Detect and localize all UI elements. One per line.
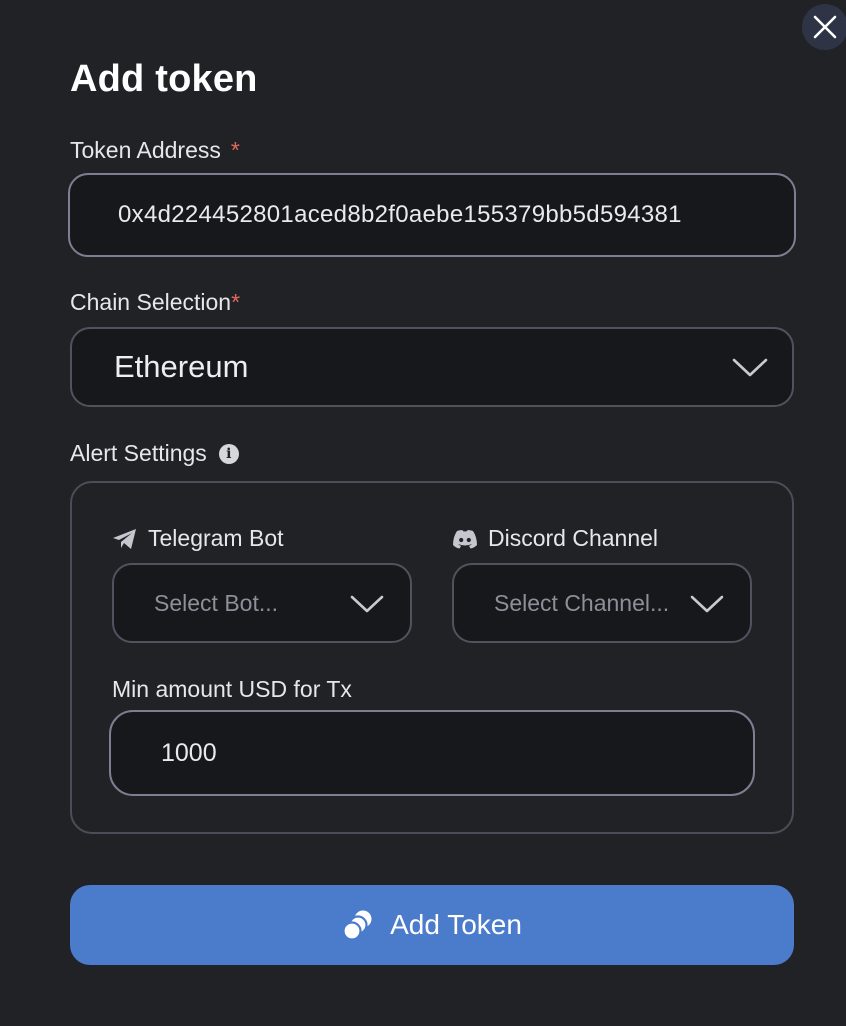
discord-channel-select[interactable]: Select Channel... bbox=[452, 563, 752, 643]
chevron-down-icon bbox=[350, 595, 384, 613]
add-token-button-label: Add Token bbox=[390, 909, 522, 940]
chain-selection-label: Chain Selection * bbox=[70, 289, 240, 316]
telegram-bot-placeholder: Select Bot... bbox=[154, 589, 279, 616]
chevron-down-icon bbox=[732, 358, 768, 377]
info-icon[interactable]: i bbox=[218, 443, 239, 464]
alert-settings-label-text: Alert Settings bbox=[70, 440, 207, 466]
telegram-bot-select[interactable]: Select Bot... bbox=[112, 563, 412, 643]
token-address-label-text: Token Address bbox=[70, 137, 221, 163]
discord-channel-placeholder: Select Channel... bbox=[494, 589, 670, 616]
telegram-bot-label: Telegram Bot bbox=[112, 525, 284, 552]
required-mark: * bbox=[230, 137, 240, 163]
telegram-icon bbox=[112, 528, 138, 550]
min-amount-label: Min amount USD for Tx bbox=[112, 676, 352, 702]
add-token-button[interactable]: Add Token bbox=[70, 885, 794, 965]
alert-settings-label: Alert Settings i bbox=[70, 440, 239, 467]
min-amount-input[interactable] bbox=[109, 710, 755, 796]
chain-select[interactable]: Ethereum bbox=[70, 327, 794, 407]
discord-channel-label: Discord Channel bbox=[452, 525, 658, 552]
discord-icon bbox=[452, 529, 478, 549]
chain-selected-value: Ethereum bbox=[114, 349, 249, 384]
telegram-bot-label-text: Telegram Bot bbox=[148, 525, 284, 551]
chain-selection-label-text: Chain Selection bbox=[70, 289, 232, 315]
close-icon bbox=[813, 15, 837, 39]
chevron-down-icon bbox=[690, 595, 724, 613]
token-address-input[interactable] bbox=[68, 173, 796, 257]
add-token-modal: Add token Token Address * Chain Selectio… bbox=[0, 0, 846, 1026]
token-address-label: Token Address * bbox=[70, 137, 240, 164]
close-button[interactable] bbox=[802, 4, 846, 50]
modal-title: Add token bbox=[70, 58, 258, 100]
coins-icon bbox=[342, 909, 374, 941]
required-mark: * bbox=[231, 289, 241, 315]
discord-channel-label-text: Discord Channel bbox=[488, 525, 659, 551]
